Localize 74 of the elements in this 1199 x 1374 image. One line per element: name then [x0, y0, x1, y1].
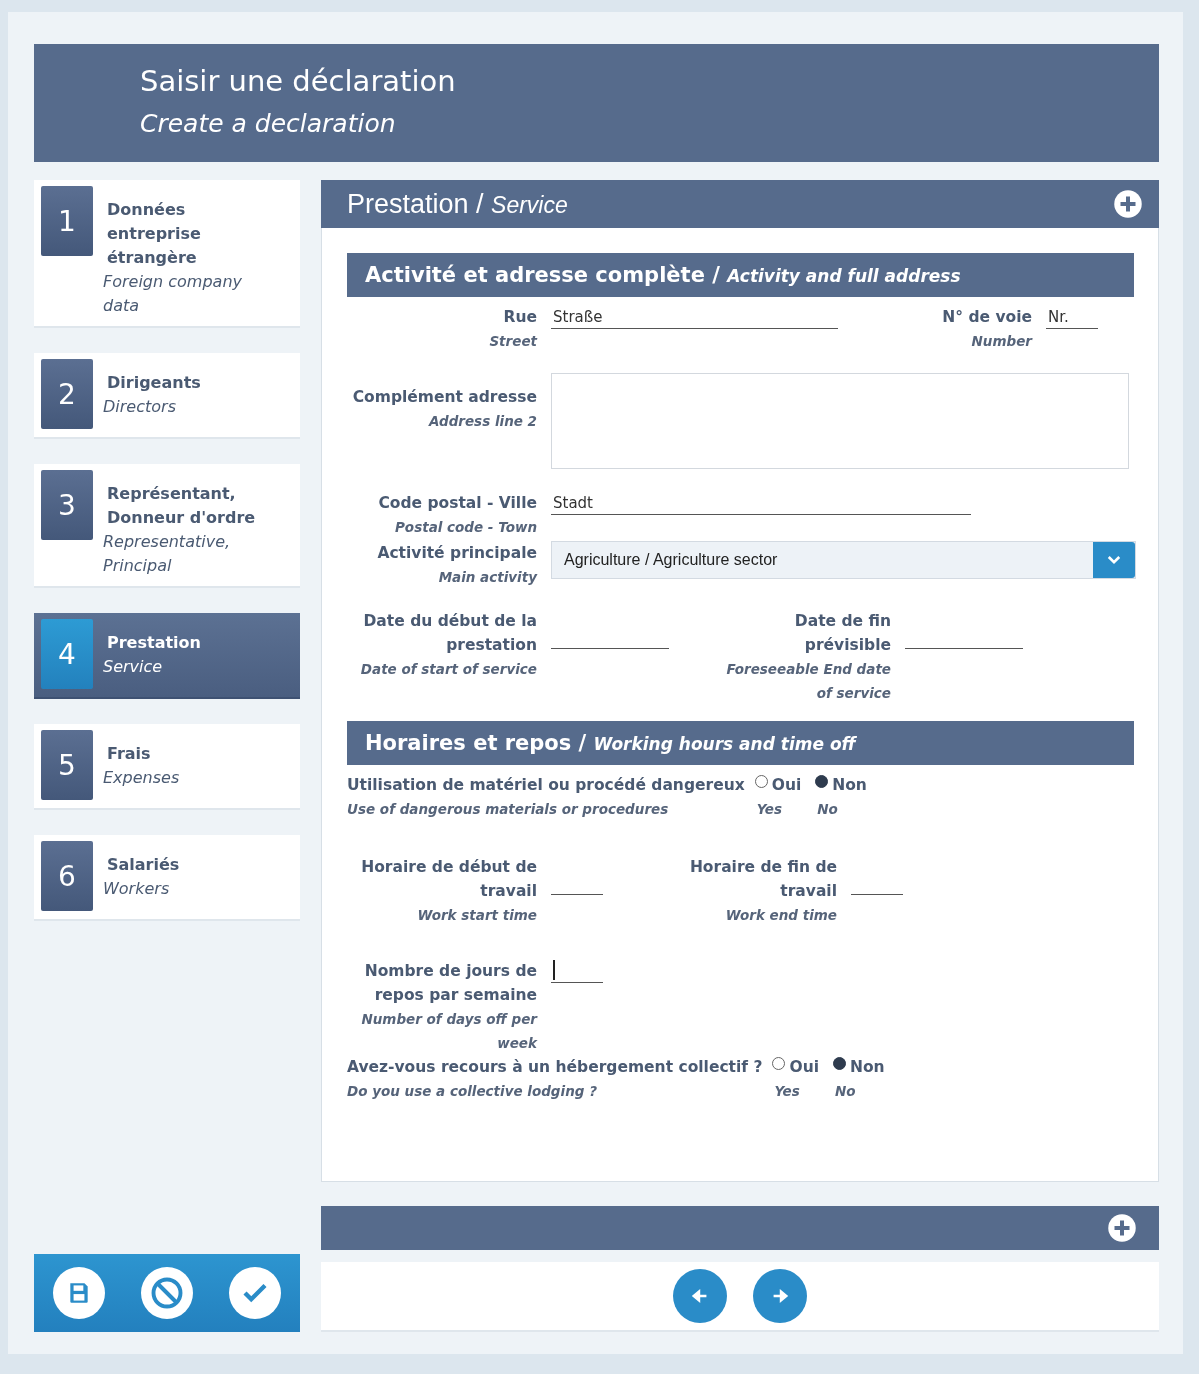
question-label-english: Do you use a collective lodging ?: [347, 1082, 598, 1101]
field-label: Nombre de jours de repos par semaine: [363, 961, 537, 1006]
step-subtitle: Workers: [103, 878, 171, 900]
step-title: Données entreprise étrangère: [107, 199, 202, 269]
radio-option[interactable]: Non: [815, 773, 867, 797]
activity-select[interactable]: Agriculture / Agriculture sector: [551, 541, 1136, 579]
step-number: 6: [41, 841, 93, 911]
field-label-english: Number of days off per week: [360, 1010, 537, 1053]
question-label: Utilisation de matériel ou procédé dangereux: [347, 775, 745, 796]
step-subtitle: Service: [103, 656, 164, 678]
step-title: Salariés: [107, 854, 181, 876]
step-item[interactable]: 3 Représentant, Donneur d'ordre Representative, Principal: [34, 464, 300, 588]
field-label: Complément adresse: [351, 387, 537, 408]
radio-option[interactable]: Oui: [772, 1055, 819, 1079]
step-item[interactable]: 5 Frais Expenses: [34, 724, 300, 810]
step-number: 2: [41, 359, 93, 429]
step-item[interactable]: 6 Salariés Workers: [34, 835, 300, 921]
field-label: N° de voie: [941, 307, 1032, 328]
save-button[interactable]: [53, 1267, 105, 1319]
validate-button[interactable]: [229, 1267, 281, 1319]
option-label-english: Yes: [755, 800, 783, 819]
field-label-english: Main activity: [437, 568, 537, 587]
question-label-english: Use of dangerous materials or procedures: [347, 800, 670, 819]
field-label: Date du début de la prestation: [362, 611, 537, 656]
field-label: Horaire de fin de travail: [688, 857, 837, 902]
panel-title: Prestation / Service: [347, 188, 568, 220]
field-label-english: Date of start of service: [359, 660, 537, 679]
radio-option[interactable]: Oui: [754, 773, 802, 797]
days-off-input[interactable]: [551, 959, 603, 983]
previous-button[interactable]: [673, 1269, 727, 1323]
step-item[interactable]: 2 Dirigeants Directors: [34, 353, 300, 439]
step-item[interactable]: 4 Prestation Service: [34, 613, 300, 699]
section-title: Horaires et repos / Working hours and time off: [365, 731, 856, 755]
step-title: Frais: [107, 743, 152, 765]
step-title: Dirigeants: [107, 372, 202, 394]
field-label: Code postal - Ville: [377, 493, 537, 514]
step-subtitle: Representative, Principal: [103, 531, 232, 577]
step-subtitle: Directors: [103, 396, 177, 418]
step-number: 1: [41, 186, 93, 256]
step-title: Prestation: [107, 632, 202, 654]
option-label-english: Yes: [773, 1082, 801, 1101]
expand-plus-icon[interactable]: [1113, 189, 1143, 219]
field-label-english: Number: [970, 332, 1032, 351]
step-number: 3: [41, 470, 93, 540]
step-subtitle: Foreign company data: [103, 271, 243, 317]
field-label-english: Street: [488, 332, 537, 351]
field-label-english: Address line 2: [427, 412, 537, 431]
prohibited-icon: [149, 1275, 185, 1311]
postal-town-input[interactable]: Stadt: [551, 491, 971, 515]
field-label: Rue: [502, 307, 537, 328]
page-subtitle: Create a declaration: [140, 108, 397, 140]
radio-option[interactable]: Non: [833, 1055, 885, 1079]
street-input[interactable]: Straße: [551, 305, 838, 329]
expand-plus-icon[interactable]: [1107, 1213, 1137, 1243]
option-label-english: No: [834, 1082, 857, 1101]
next-button[interactable]: [753, 1269, 807, 1323]
cancel-button[interactable]: [141, 1267, 193, 1319]
field-label: Date de fin prévisible: [793, 611, 891, 656]
number-input[interactable]: Nr.: [1046, 305, 1098, 329]
field-label: Horaire de début de travail: [360, 857, 537, 902]
field-label-english: Foreseeable End date of service: [725, 660, 891, 703]
question-label: Avez-vous recours à un hébergement collectif ?: [347, 1057, 763, 1078]
step-number: 5: [41, 730, 93, 800]
step-title: Représentant, Donneur d'ordre: [107, 483, 257, 529]
option-label-english: No: [816, 800, 839, 819]
field-label-english: Postal code - Town: [393, 518, 537, 537]
step-item[interactable]: 1 Données entreprise étrangère Foreign company data: [34, 180, 300, 328]
section-title: Activité et adresse complète / Activity and full address: [365, 263, 961, 287]
field-label: Activité principale: [376, 543, 537, 564]
step-number: 4: [41, 619, 93, 689]
step-subtitle: Expenses: [103, 767, 181, 789]
page-title: Saisir une déclaration: [140, 63, 457, 100]
field-label-english: Work start time: [416, 906, 537, 925]
field-label-english: Work end time: [724, 906, 837, 925]
